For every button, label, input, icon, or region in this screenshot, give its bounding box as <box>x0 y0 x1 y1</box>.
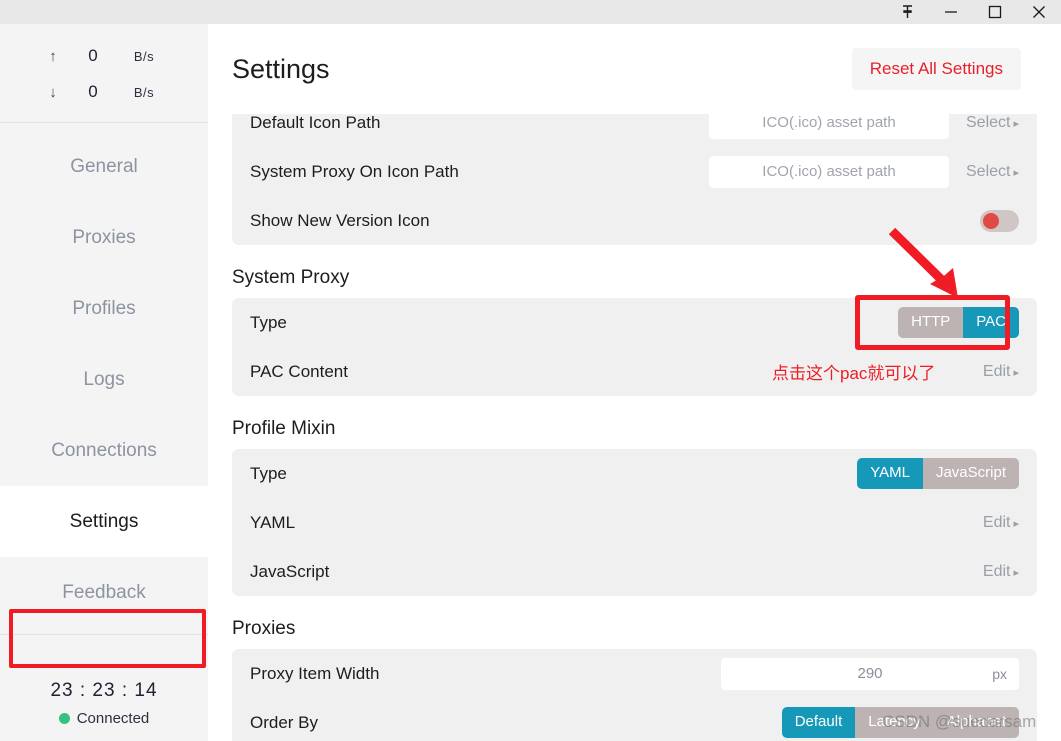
sidebar: ↑ 0 B/s ↓ 0 B/s General Proxies Profiles… <box>0 24 208 741</box>
sidebar-item-label: Profiles <box>72 297 136 319</box>
upload-speed-unit: B/s <box>133 48 155 64</box>
row-show-new-version-icon: Show New Version Icon <box>250 196 1019 245</box>
download-arrow-icon: ↓ <box>49 83 57 101</box>
download-speed-unit: B/s <box>133 84 155 100</box>
proxies-card: Proxy Item Width px Order By Defa <box>232 649 1037 741</box>
row-label: Type <box>250 463 287 483</box>
yaml-edit-link[interactable]: Edit ▸ <box>961 514 1019 532</box>
close-icon[interactable] <box>1017 0 1061 24</box>
profile-mixin-card: Type YAML JavaScript YAML Edit ▸ JavaScr… <box>232 449 1037 596</box>
download-speed-row: ↓ 0 B/s <box>0 74 208 110</box>
upload-arrow-icon: ↑ <box>49 47 57 65</box>
row-label: Show New Version Icon <box>250 210 430 230</box>
sidebar-item-label: Settings <box>69 510 139 532</box>
row-label: Proxy Item Width <box>250 663 380 683</box>
maximize-icon[interactable] <box>973 0 1017 24</box>
icon-settings-card: Default Icon Path Select▸ System Proxy O… <box>232 98 1037 245</box>
profile-mixin-type-segmented-control[interactable]: YAML JavaScript <box>857 458 1019 489</box>
pac-content-edit-link[interactable]: Edit ▸ <box>961 363 1019 381</box>
segment-alphabet[interactable]: Alphabet <box>933 707 1019 738</box>
row-order-by: Order By Default Latency Alphabet <box>250 698 1019 741</box>
sidebar-item-proxies[interactable]: Proxies <box>0 202 208 273</box>
row-label: PAC Content <box>250 361 348 381</box>
row-proxy-item-width: Proxy Item Width px <box>250 649 1019 698</box>
section-title-proxies: Proxies <box>232 618 296 639</box>
app-window: + E E F ↑ 0 B/s ↓ 0 B/s <box>0 0 1061 741</box>
sidebar-item-label: General <box>70 155 138 177</box>
toggle-knob <box>983 212 999 229</box>
segment-yaml[interactable]: YAML <box>857 458 923 489</box>
system-proxy-on-icon-path-select-link[interactable]: Select ▸ <box>961 163 1019 181</box>
sidebar-item-settings[interactable]: Settings <box>0 486 208 557</box>
row-label: System Proxy On Icon Path <box>250 161 459 181</box>
row-label: JavaScript <box>250 561 330 581</box>
sidebar-item-label: Logs <box>83 368 125 390</box>
main-content: Settings Reset All Settings Default Icon… <box>208 24 1061 741</box>
settings-content: Default Icon Path Select▸ System Proxy O… <box>208 98 1061 741</box>
segment-pac[interactable]: PAC <box>963 307 1019 338</box>
speed-indicator: ↑ 0 B/s ↓ 0 B/s <box>0 24 208 123</box>
download-speed-value: 0 <box>88 82 98 101</box>
segment-default[interactable]: Default <box>781 707 856 738</box>
system-proxy-type-segmented-control[interactable]: HTTP PAC <box>898 307 1019 338</box>
section-title-system-proxy: System Proxy <box>232 267 350 288</box>
upload-speed-value: 0 <box>88 46 98 65</box>
sidebar-item-logs[interactable]: Logs <box>0 344 208 415</box>
segment-javascript[interactable]: JavaScript <box>922 458 1019 489</box>
row-label: Order By <box>250 712 319 732</box>
show-new-version-icon-toggle[interactable] <box>980 209 1019 232</box>
sidebar-item-feedback[interactable]: Feedback <box>0 557 208 628</box>
minimize-icon[interactable] <box>929 0 973 24</box>
sidebar-item-connections[interactable]: Connections <box>0 415 208 486</box>
pin-icon[interactable] <box>885 0 929 24</box>
status-dot-icon <box>58 713 70 724</box>
sidebar-item-label: Proxies <box>72 226 136 248</box>
sidebar-nav: General Proxies Profiles Logs Connection… <box>0 123 208 668</box>
row-profile-mixin-type: Type YAML JavaScript <box>250 449 1019 498</box>
upload-speed-row: ↑ 0 B/s <box>0 38 208 74</box>
settings-scroll-area[interactable]: Default Icon Path Select▸ System Proxy O… <box>208 98 1061 741</box>
reset-all-settings-button[interactable]: Reset All Settings <box>851 48 1021 90</box>
uptime-value: 23 : 23 : 14 <box>50 680 158 701</box>
sidebar-divider <box>0 634 208 635</box>
section-title-profile-mixin: Profile Mixin <box>232 418 336 439</box>
row-profile-mixin-javascript: JavaScript Edit ▸ <box>250 547 1019 596</box>
row-profile-mixin-yaml: YAML Edit ▸ <box>250 498 1019 547</box>
javascript-edit-link[interactable]: Edit ▸ <box>961 563 1019 581</box>
segment-latency[interactable]: Latency <box>855 707 934 738</box>
order-by-segmented-control[interactable]: Default Latency Alphabet <box>781 707 1019 738</box>
row-label: Default Icon Path <box>250 112 381 132</box>
page-header: Settings Reset All Settings <box>208 24 1061 114</box>
system-proxy-card: Type HTTP PAC PAC Content Edit ▸ <box>232 298 1037 396</box>
segment-http[interactable]: HTTP <box>898 307 964 338</box>
proxy-item-width-unit: px <box>992 665 1007 682</box>
title-bar <box>0 0 1061 24</box>
row-system-proxy-type: Type HTTP PAC <box>250 298 1019 347</box>
row-system-proxy-on-icon-path: System Proxy On Icon Path Select▸ <box>250 147 1019 196</box>
default-icon-path-select-link[interactable]: Select ▸ <box>961 114 1019 132</box>
sidebar-item-label: Feedback <box>62 581 146 603</box>
proxy-item-width-input[interactable] <box>721 657 1019 690</box>
sidebar-item-general[interactable]: General <box>0 131 208 202</box>
sidebar-status: 23 : 23 : 14 Connected <box>0 680 208 741</box>
sidebar-item-label: Connections <box>51 439 157 461</box>
sidebar-item-profiles[interactable]: Profiles <box>0 273 208 344</box>
row-pac-content: PAC Content Edit ▸ <box>250 347 1019 396</box>
row-label: YAML <box>250 512 296 532</box>
page-title: Settings <box>232 53 330 84</box>
connection-status-label: Connected <box>76 710 150 727</box>
system-proxy-on-icon-path-input[interactable] <box>709 155 949 188</box>
connection-status: Connected <box>0 710 208 727</box>
row-label: Type <box>250 312 287 332</box>
